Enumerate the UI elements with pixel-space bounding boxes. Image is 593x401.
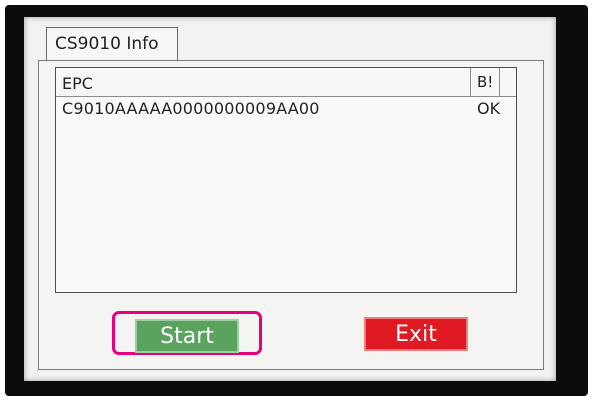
status-cell: OK xyxy=(477,99,501,118)
column-header-status[interactable]: B! xyxy=(471,68,500,96)
list-header: EPC B! xyxy=(56,68,516,97)
exit-button[interactable]: Exit xyxy=(364,317,468,351)
column-header-epc[interactable]: EPC xyxy=(56,68,471,96)
epc-list[interactable]: EPC B! C9010AAAAA0000000009AA00 OK xyxy=(55,67,517,293)
device-screen: CS9010 Info EPC B! C9010AAAAA0000000009A… xyxy=(24,17,556,381)
start-button[interactable]: Start xyxy=(135,319,239,353)
tab-cs9010-info[interactable]: CS9010 Info xyxy=(46,27,178,61)
table-row[interactable]: C9010AAAAA0000000009AA00 OK xyxy=(56,96,516,122)
epc-cell: C9010AAAAA0000000009AA00 xyxy=(62,99,320,118)
